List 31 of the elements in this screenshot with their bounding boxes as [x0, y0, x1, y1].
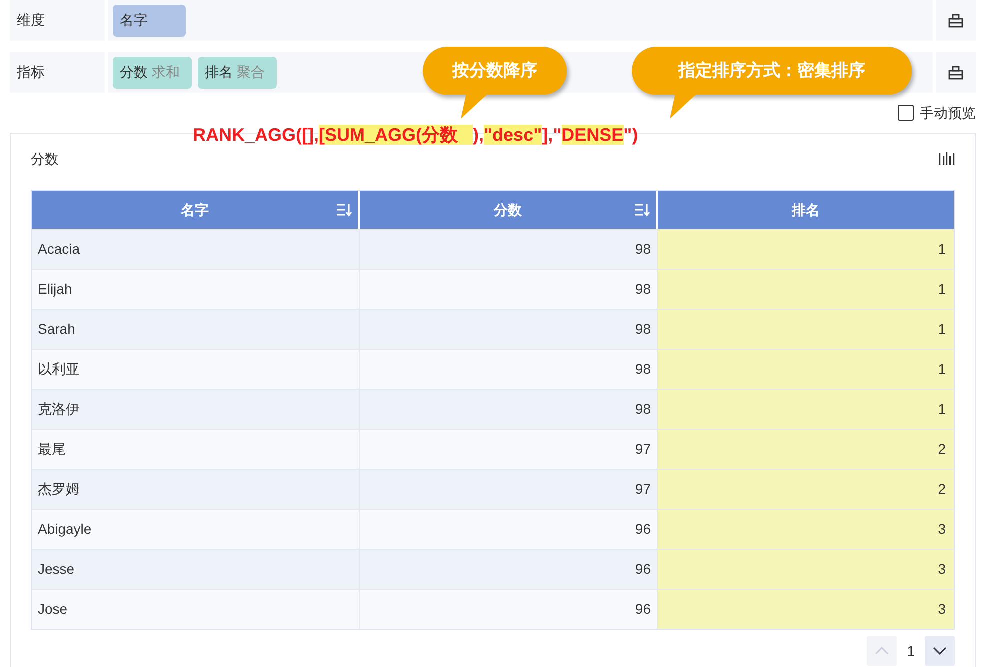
- callout-pointer: [668, 91, 700, 119]
- table-cell: 1: [658, 310, 954, 349]
- table-cell: 1: [658, 350, 954, 389]
- table-cell: 3: [658, 550, 954, 589]
- callout-pointer: [459, 91, 491, 119]
- sort-icon[interactable]: [336, 203, 352, 217]
- chart-type-icon[interactable]: [938, 151, 955, 167]
- field-pill[interactable]: 名字: [113, 4, 186, 36]
- sort-icon[interactable]: [634, 203, 650, 217]
- manual-preview-label: 手动预览: [920, 104, 976, 122]
- field-pill[interactable]: 分数 求和: [113, 56, 192, 88]
- page-down-button[interactable]: [925, 636, 955, 666]
- field-pill[interactable]: 排名 聚合: [198, 56, 277, 88]
- chevron-up-icon: [875, 647, 890, 655]
- field-label: 指标: [17, 63, 45, 82]
- table-cell: 2: [658, 470, 954, 509]
- table-cell: 2: [658, 430, 954, 469]
- layout-icon[interactable]: [948, 12, 964, 28]
- table-cell: 1: [658, 390, 954, 429]
- layout-icon[interactable]: [948, 64, 964, 80]
- table-cell: 3: [658, 510, 954, 549]
- formula-text: RANK_AGG([],[SUM_AGG(分数 ),"desc"],"DENSE"): [193, 124, 638, 147]
- manual-preview-checkbox[interactable]: [898, 105, 914, 121]
- table-cell: 1: [658, 270, 954, 309]
- page-number: 1: [907, 642, 915, 660]
- card-title: 分数: [31, 150, 59, 168]
- table-cell: Jose: [32, 590, 360, 629]
- table-cell: 3: [658, 590, 954, 629]
- field-label: 维度: [17, 11, 45, 30]
- chevron-down-icon: [933, 647, 947, 655]
- table-cell: 1: [658, 230, 954, 269]
